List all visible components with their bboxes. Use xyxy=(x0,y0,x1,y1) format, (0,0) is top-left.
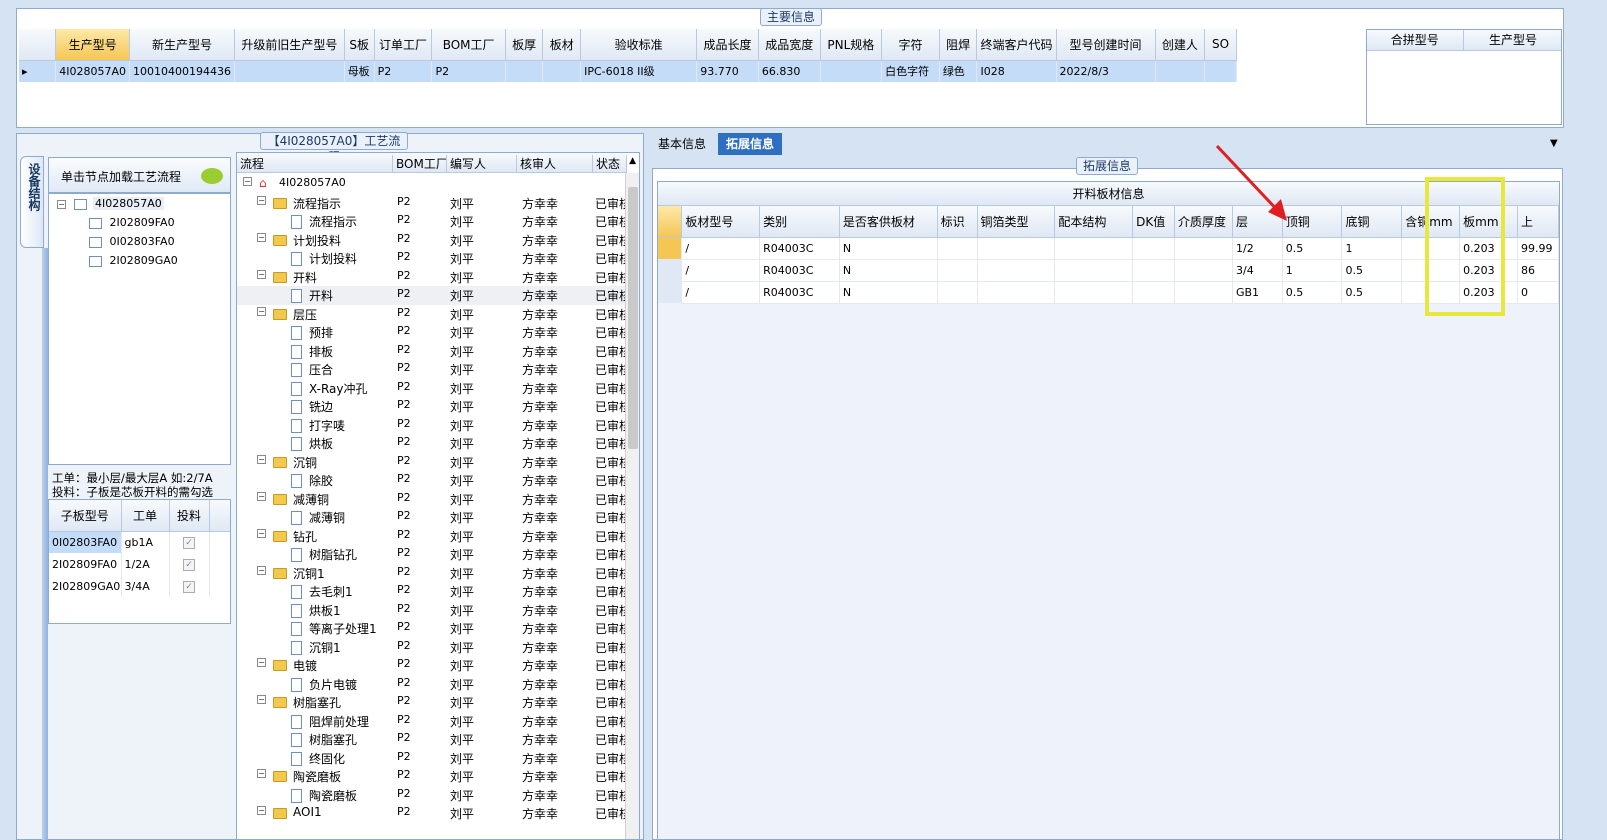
annotation-overlay xyxy=(1215,144,1505,316)
annotation-highlight-box xyxy=(1425,177,1505,316)
annotation-arrow xyxy=(1215,144,1282,215)
